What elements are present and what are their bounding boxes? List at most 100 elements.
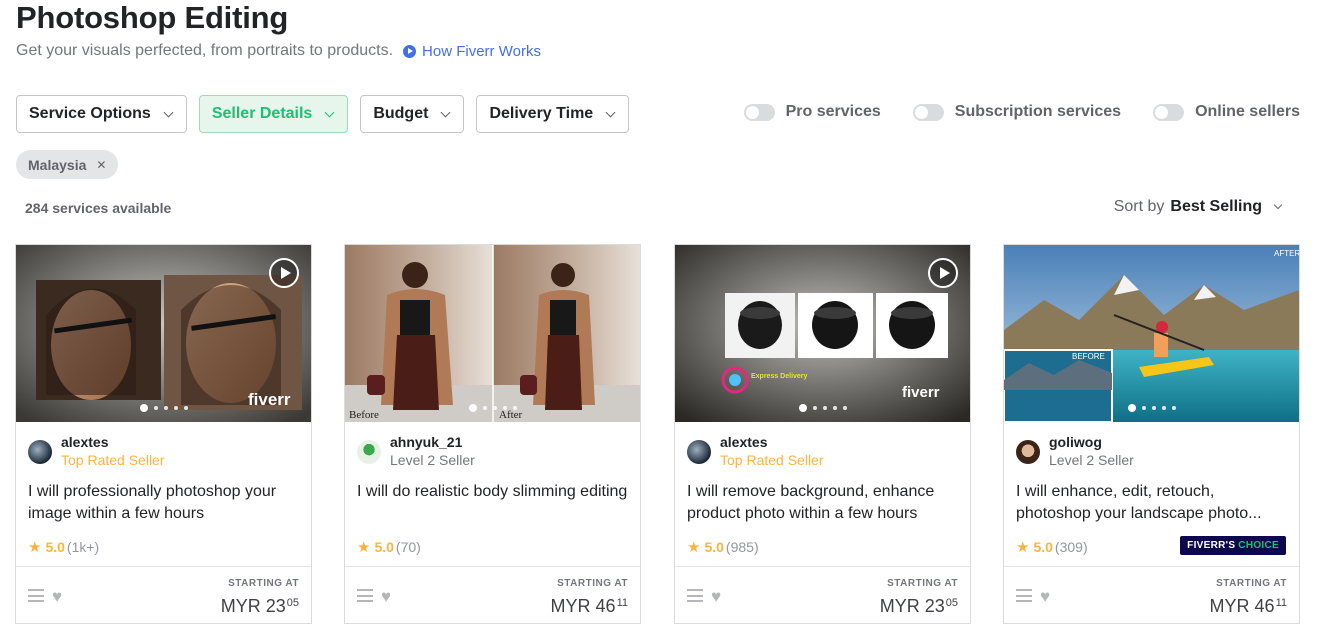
sort-dropdown[interactable]: Sort by Best Selling (1113, 198, 1283, 216)
carousel-dots[interactable] (675, 404, 970, 412)
price-main: MYR 46 (550, 596, 616, 616)
gig-thumbnail[interactable]: BEFORE AFTER (1004, 245, 1299, 422)
avatar[interactable] (1016, 440, 1040, 464)
gig-price[interactable]: MYR 23 05 (221, 596, 299, 617)
filter-label: Seller Details (211, 105, 313, 122)
rating-value: 5.0 (374, 539, 394, 555)
menu-icon[interactable] (687, 589, 703, 602)
star-icon: ★ (357, 539, 371, 556)
chevron-down-icon (163, 107, 174, 117)
price-main: MYR 46 (1209, 596, 1275, 616)
gig-price[interactable]: MYR 46 11 (1210, 596, 1287, 617)
chevron-down-icon (324, 107, 335, 117)
close-icon[interactable]: ✕ (96, 158, 106, 172)
review-count: (985) (725, 539, 759, 555)
toggle-label: Subscription services (954, 103, 1122, 120)
gig-thumbnail[interactable]: Before After (345, 245, 640, 422)
starting-at-label: STARTING AT (228, 578, 299, 589)
gig-title[interactable]: I will professionally photoshop your ima… (28, 481, 300, 525)
gig-title[interactable]: I will enhance, edit, retouch, photoshop… (1016, 481, 1288, 525)
avatar[interactable] (28, 440, 52, 464)
seller-info[interactable]: goliwog Level 2 Seller (1016, 434, 1134, 470)
gig-card[interactable]: fiverr alextes Top Rated Seller I will p… (15, 244, 312, 624)
review-count: (309) (1054, 539, 1088, 555)
card-footer: ♥ STARTING AT MYR 46 11 (1004, 566, 1299, 623)
avatar[interactable] (687, 440, 711, 464)
results-count: 284 services available (25, 200, 172, 216)
heart-icon[interactable]: ♥ (711, 587, 721, 607)
filter-chip-malaysia: Malaysia ✕ (16, 150, 119, 179)
how-fiverr-works-link[interactable]: How Fiverr Works (403, 43, 541, 60)
price-cents: 11 (1275, 597, 1287, 609)
avatar[interactable] (357, 440, 381, 464)
seller-name[interactable]: goliwog (1049, 434, 1134, 451)
seller-name[interactable]: alextes (61, 434, 165, 451)
chevron-down-icon (1273, 200, 1283, 210)
menu-icon[interactable] (28, 589, 44, 602)
seller-name[interactable]: alextes (720, 434, 824, 451)
filter-bar: Service Options Seller Details Budget De… (16, 95, 630, 133)
express-delivery-label: Express Delivery (751, 373, 808, 380)
play-video-icon[interactable] (269, 258, 299, 288)
gig-price[interactable]: MYR 23 05 (880, 596, 958, 617)
filter-delivery-time[interactable]: Delivery Time (476, 95, 630, 133)
filter-seller-details[interactable]: Seller Details (198, 95, 349, 133)
badge-text-accent: CHOICE (1238, 540, 1279, 551)
filter-label: Delivery Time (489, 105, 594, 122)
carousel-dots[interactable] (345, 404, 640, 412)
toggle-label: Online sellers (1195, 103, 1300, 120)
page-subtitle-row: Get your visuals perfected, from portrai… (16, 42, 541, 60)
gig-thumbnail[interactable]: Express Delivery fiverr (675, 245, 970, 422)
after-label: AFTER (1274, 249, 1299, 258)
gig-rating: ★ 5.0 (309) (1016, 538, 1088, 556)
seller-info[interactable]: alextes Top Rated Seller (687, 434, 824, 470)
gig-thumbnail[interactable]: fiverr (16, 245, 311, 422)
star-icon: ★ (687, 539, 701, 556)
toggle-switch[interactable] (743, 103, 775, 121)
filter-service-options[interactable]: Service Options (16, 95, 187, 133)
gig-title[interactable]: I will remove background, enhance produc… (687, 481, 959, 525)
play-circle-icon (403, 44, 417, 58)
filter-budget[interactable]: Budget (360, 95, 465, 133)
heart-icon[interactable]: ♥ (381, 587, 391, 607)
page-subtitle: Get your visuals perfected, from portrai… (16, 42, 394, 59)
landscape-photo-image: BEFORE AFTER (1004, 245, 1299, 422)
review-count: (1k+) (66, 539, 100, 555)
toggle-switch[interactable] (912, 103, 944, 121)
page-title: Photoshop Editing (16, 0, 289, 35)
menu-icon[interactable] (1016, 589, 1032, 602)
card-footer: ♥ STARTING AT MYR 46 11 (345, 566, 640, 623)
sort-label: Sort by (1113, 198, 1165, 215)
starting-at-label: STARTING AT (1216, 578, 1287, 589)
gig-rating: ★ 5.0 (1k+) (28, 538, 99, 556)
gig-card[interactable]: Before After ahnyuk_21 Level 2 Seller I … (344, 244, 641, 624)
gig-rating: ★ 5.0 (985) (687, 538, 759, 556)
toggle-pro-services[interactable]: Pro services (743, 103, 881, 121)
price-main: MYR 23 (220, 596, 286, 616)
chevron-down-icon (440, 107, 451, 117)
heart-icon[interactable]: ♥ (1040, 587, 1050, 607)
badge-text: FIVERR'S (1187, 540, 1236, 551)
seller-level: Level 2 Seller (1049, 452, 1134, 468)
body-slimming-image: Before After (345, 245, 640, 422)
seller-level: Top Rated Seller (61, 452, 165, 468)
gig-card[interactable]: Express Delivery fiverr alextes Top Rate… (674, 244, 971, 624)
carousel-dots[interactable] (16, 404, 311, 412)
toggle-online-sellers[interactable]: Online sellers (1153, 103, 1300, 121)
gig-title[interactable]: I will do realistic body slimming editin… (357, 481, 629, 525)
carousel-dots[interactable] (1004, 404, 1299, 412)
heart-icon[interactable]: ♥ (52, 587, 62, 607)
gig-price[interactable]: MYR 46 11 (551, 596, 628, 617)
starting-at-label: STARTING AT (887, 578, 958, 589)
menu-icon[interactable] (357, 589, 373, 602)
seller-name[interactable]: ahnyuk_21 (390, 434, 475, 451)
gig-rating: ★ 5.0 (70) (357, 538, 421, 556)
seller-info[interactable]: alextes Top Rated Seller (28, 434, 165, 470)
filter-label: Service Options (29, 105, 151, 122)
toggle-switch[interactable] (1153, 103, 1185, 121)
seller-info[interactable]: ahnyuk_21 Level 2 Seller (357, 434, 475, 470)
before-label: BEFORE (1072, 352, 1105, 361)
play-video-icon[interactable] (928, 258, 958, 288)
gig-card[interactable]: BEFORE AFTER goliwog Level 2 Seller I wi… (1003, 244, 1300, 624)
toggle-subscription-services[interactable]: Subscription services (912, 103, 1122, 121)
